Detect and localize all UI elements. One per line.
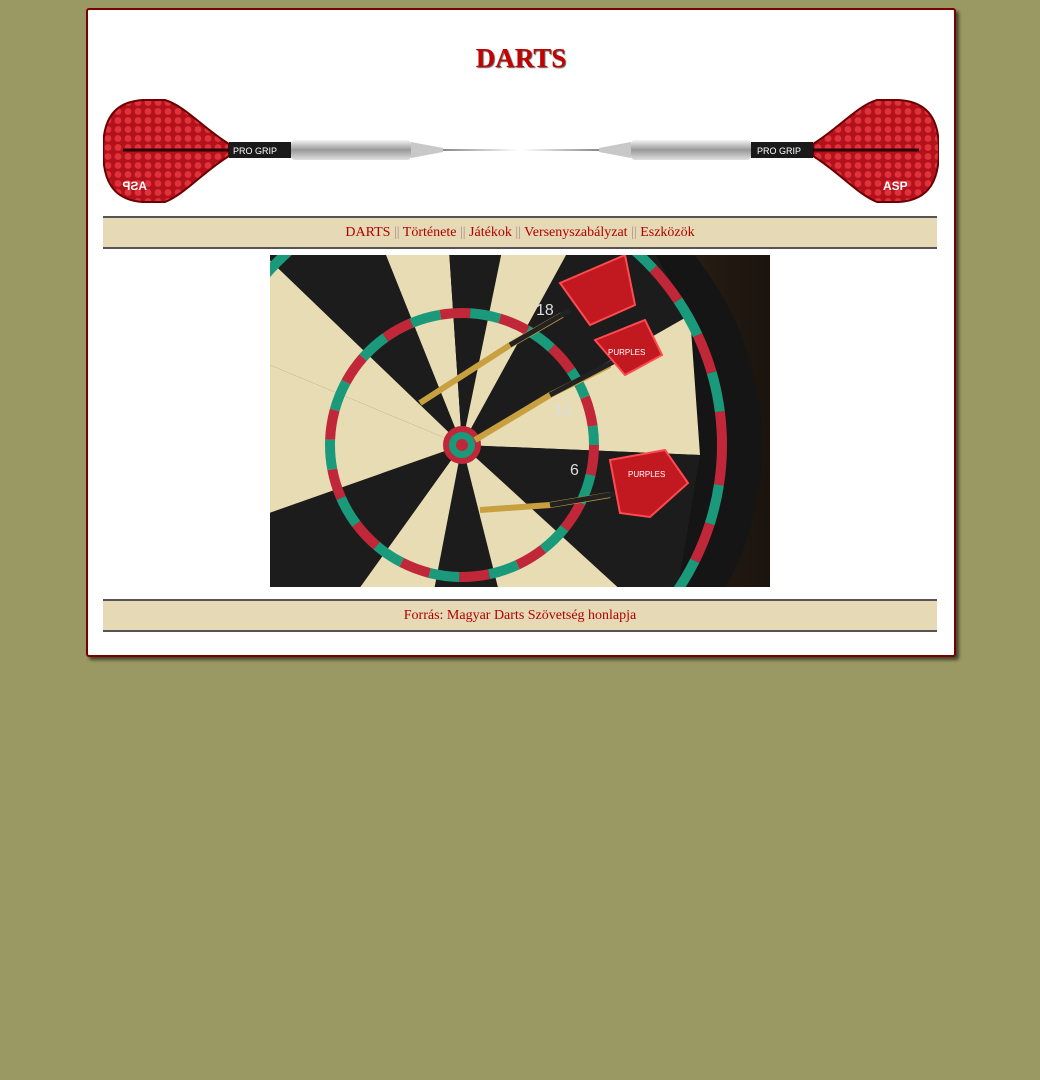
- source-text: Forrás: Magyar Darts Szövetség honlapja: [403, 608, 637, 623]
- nav-separator: ||: [515, 225, 521, 240]
- flight-brand-text: PURPLES: [628, 470, 665, 479]
- nav-link-versenyszabalyzat[interactable]: Versenyszabályzat: [524, 225, 627, 240]
- board-number: 6: [570, 462, 579, 479]
- board-number: 13: [554, 402, 572, 419]
- nav-bar: DARTS || Története || Játékok || Verseny…: [103, 216, 937, 249]
- nav-link-darts[interactable]: DARTS: [345, 225, 390, 240]
- content-card: DARTS ASP PRO GRIP ASP PRO GRIP DARTS ||…: [86, 8, 956, 657]
- flight-brand-text: PURPLES: [608, 348, 645, 357]
- right-grip-text: PRO GRIP: [757, 146, 801, 156]
- left-dart: ASP PRO GRIP: [103, 99, 519, 203]
- left-grip-text: PRO GRIP: [233, 146, 277, 156]
- dartboard-photo: 18 13 6 PURPLES PURPLES: [270, 255, 770, 587]
- left-flight-logo: ASP: [122, 179, 147, 193]
- nav-separator: ||: [459, 225, 466, 240]
- darts-banner-image: ASP PRO GRIP ASP PRO GRIP: [103, 99, 939, 203]
- nav-separator: ||: [631, 225, 637, 240]
- right-flight-logo: ASP: [883, 179, 908, 193]
- nav-link-tortenete[interactable]: Története: [403, 225, 457, 240]
- source-footer: Forrás: Magyar Darts Szövetség honlapja: [103, 599, 937, 632]
- page-title: DARTS: [475, 43, 567, 73]
- nav-link-eszkozok[interactable]: Eszközök: [640, 225, 694, 240]
- nav-link-jatekok[interactable]: Játékok: [469, 225, 512, 240]
- right-dart: ASP PRO GRIP: [523, 99, 939, 203]
- nav-separator: ||: [393, 225, 400, 240]
- board-number: 18: [536, 302, 554, 319]
